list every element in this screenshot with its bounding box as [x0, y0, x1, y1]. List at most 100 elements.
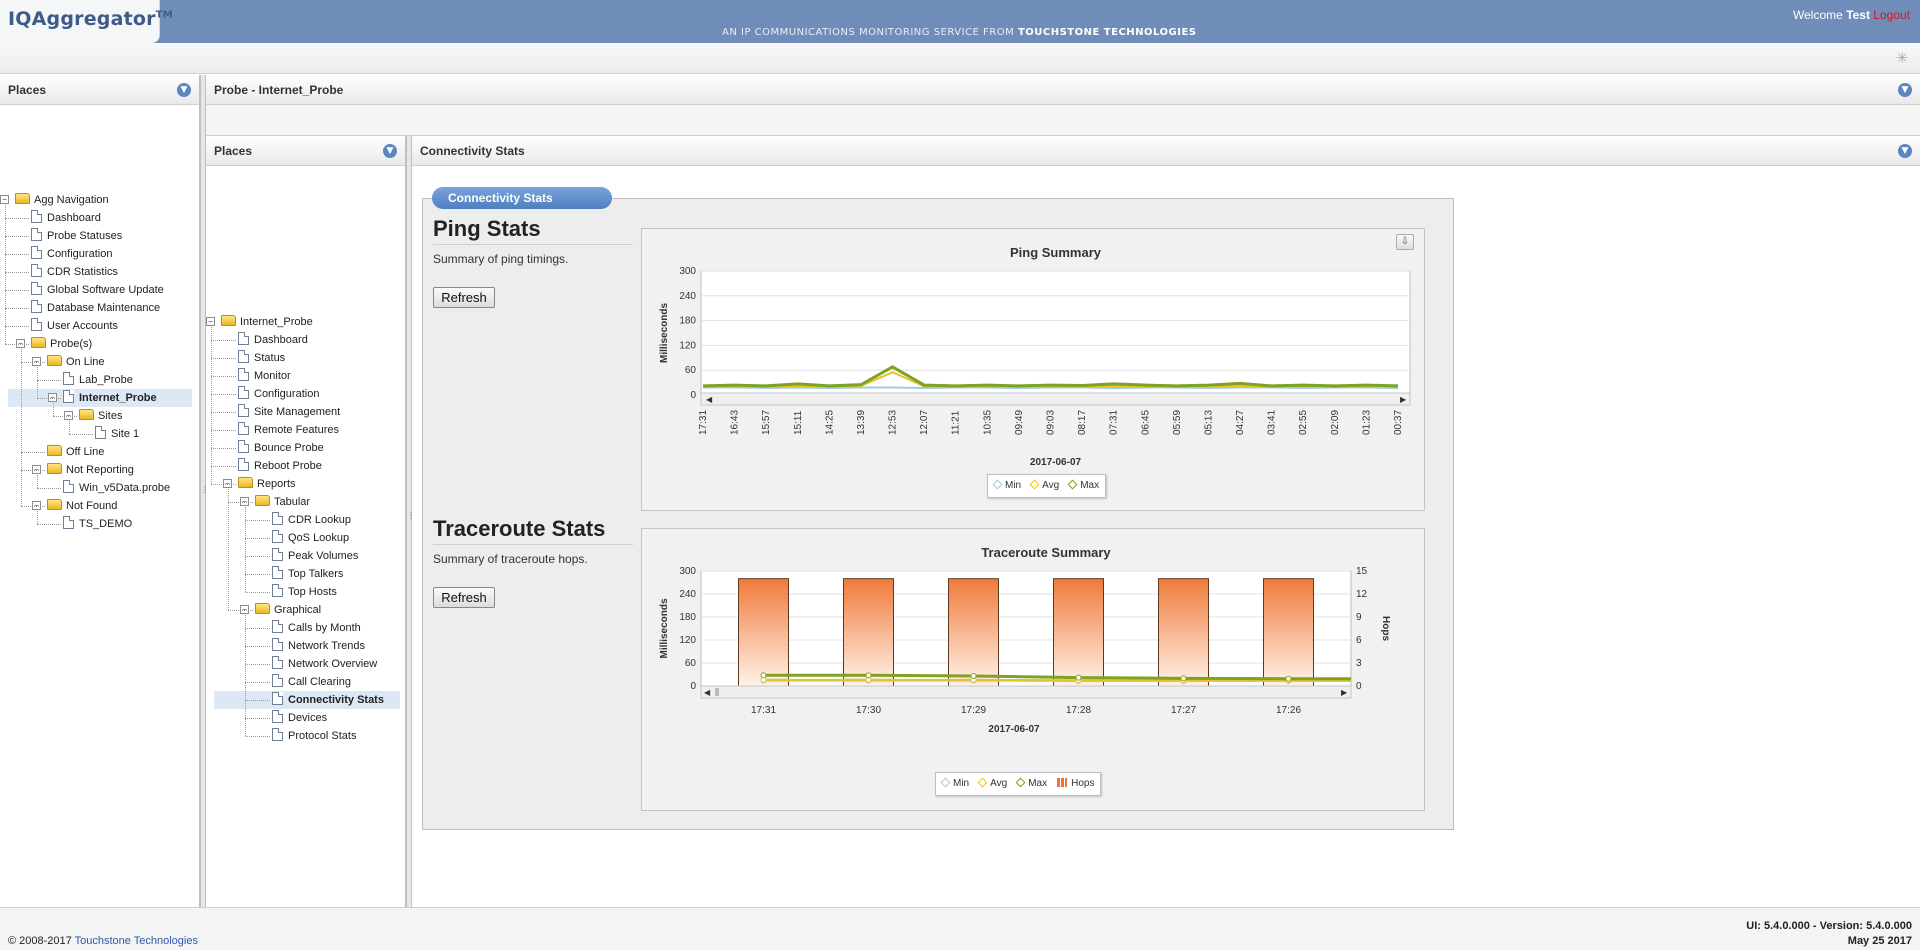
document-icon [272, 584, 283, 597]
document-icon [272, 674, 283, 687]
welcome-text: Welcome [1793, 8, 1843, 22]
tree-item[interactable]: CDR Lookup [272, 511, 353, 529]
traceroute-stats-title: Traceroute Stats [433, 516, 606, 541]
tree-item[interactable]: Tabular [255, 493, 312, 511]
app-logo[interactable]: IQAggregatorTM [8, 8, 173, 30]
series-point [1180, 675, 1187, 682]
x-tick-label: 17:31 [751, 705, 776, 716]
tree-item[interactable]: Devices [272, 709, 329, 727]
tree-item[interactable]: Internet_Probe [8, 389, 192, 407]
tree-item[interactable]: TS_DEMO [63, 515, 134, 533]
tree-item[interactable]: On Line [47, 353, 107, 371]
y-tick-label: 60 [685, 365, 697, 376]
tree-item[interactable]: User Accounts [31, 317, 120, 335]
tree-item[interactable]: Probe Statuses [31, 227, 124, 245]
tree-item[interactable]: Call Clearing [272, 673, 353, 691]
tree-item-label: Calls by Month [288, 622, 361, 634]
tree-item[interactable]: Probe(s) [31, 335, 94, 353]
legend-item-max[interactable]: Max [1015, 773, 1047, 795]
tree-item-label: Devices [288, 712, 328, 724]
tree-item[interactable]: Connectivity Stats [214, 691, 400, 709]
tree-item-label: Sites [98, 410, 123, 422]
tree-connector [5, 218, 29, 219]
traceroute-chart-legend[interactable]: Min Avg Max Hops [935, 772, 1102, 796]
tree-item[interactable]: Off Line [47, 443, 106, 461]
legend-item-avg[interactable]: Avg [1029, 475, 1059, 497]
tree-item[interactable]: CDR Statistics [31, 263, 120, 281]
tree-item[interactable]: Site 1 [95, 425, 141, 443]
tree-item[interactable]: Calls by Month [272, 619, 363, 637]
tree-item[interactable]: Network Overview [272, 655, 379, 673]
legend-item-min[interactable]: Min [992, 475, 1021, 497]
logout-link[interactable]: Logout [1873, 8, 1910, 22]
tree-collapse-toggle[interactable]: − [0, 195, 9, 204]
legend-item-min[interactable]: Min [940, 773, 969, 795]
tree-item[interactable]: Site Management [238, 403, 342, 421]
tree-item[interactable]: Reboot Probe [238, 457, 324, 475]
document-icon [272, 638, 283, 651]
tree-item[interactable]: Win_v5Data.probe [63, 479, 172, 497]
tree-connector [21, 362, 45, 363]
ping-refresh-button[interactable]: Refresh [433, 287, 495, 308]
tree-item[interactable]: Database Maintenance [31, 299, 162, 317]
version-info: UI: 5.4.0.000 - Version: 5.4.0.000 [1746, 920, 1912, 932]
tree-item[interactable]: Agg Navigation [15, 191, 111, 209]
tree-item[interactable]: Internet_Probe [221, 313, 315, 331]
legend-item-avg[interactable]: Avg [977, 773, 1007, 795]
tree-item[interactable]: Top Talkers [272, 565, 345, 583]
tree-item[interactable]: Dashboard [238, 331, 310, 349]
tree-item[interactable]: Network Trends [272, 637, 367, 655]
legend-item-hops[interactable]: Hops [1057, 773, 1094, 795]
tree-item[interactable]: Configuration [238, 385, 321, 403]
hops-bar [1053, 578, 1104, 687]
y2-tick-label: 9 [1356, 612, 1362, 623]
tree-connector [5, 254, 29, 255]
tree-item[interactable]: Graphical [255, 601, 323, 619]
traceroute-refresh-button[interactable]: Refresh [433, 587, 495, 608]
tree-item[interactable]: Remote Features [238, 421, 341, 439]
tree-item[interactable]: Protocol Stats [272, 727, 358, 745]
tree-connector [69, 421, 70, 434]
tree-item[interactable]: Configuration [31, 245, 114, 263]
folder-icon [255, 603, 270, 614]
tree-item[interactable]: Not Found [47, 497, 119, 515]
tree-item[interactable]: Status [238, 349, 287, 367]
build-date: May 25 2017 [1847, 935, 1912, 947]
tree-collapse-toggle[interactable]: − [206, 317, 215, 326]
document-icon [272, 728, 283, 741]
tree-connector [245, 700, 270, 701]
legend-item-max[interactable]: Max [1067, 475, 1099, 497]
x-tick-label: 17:29 [961, 705, 986, 716]
tree-item[interactable]: Lab_Probe [63, 371, 135, 389]
y-tick-label: 240 [679, 291, 696, 302]
tree-connector [5, 344, 29, 345]
connectivity-stats-title: Connectivity Stats [420, 144, 525, 158]
collapse-icon[interactable]: ▼ [1898, 144, 1912, 158]
tree-item[interactable]: Dashboard [31, 209, 103, 227]
tree-item-label: On Line [66, 356, 105, 368]
tree-item[interactable]: Global Software Update [31, 281, 166, 299]
connectivity-stats-header: Connectivity Stats ▼ [412, 136, 1920, 166]
collapse-icon[interactable]: ▼ [1898, 83, 1912, 97]
tree-connector [37, 367, 38, 398]
hops-bar [843, 578, 894, 687]
chart-export-icon[interactable]: ⇩ [1396, 234, 1414, 250]
x-tick-label: 10:35 [982, 410, 993, 435]
tree-item[interactable]: Top Hosts [272, 583, 339, 601]
logo-trademark: TM [155, 9, 173, 21]
tree-item[interactable]: Bounce Probe [238, 439, 326, 457]
tree-item-label: Network Trends [288, 640, 366, 652]
ping-chart-legend[interactable]: Min Avg Max [987, 474, 1107, 498]
company-link[interactable]: Touchstone Technologies [75, 935, 198, 947]
tree-item-label: Reboot Probe [254, 460, 322, 472]
tree-item[interactable]: Monitor [238, 367, 293, 385]
tree-item[interactable]: Peak Volumes [272, 547, 360, 565]
tree-item[interactable]: Sites [79, 407, 124, 425]
document-icon [272, 566, 283, 579]
tree-connector [245, 718, 270, 719]
tree-item[interactable]: Not Reporting [47, 461, 136, 479]
probe-panel-header: Probe - Internet_Probe ▼ [206, 75, 1920, 105]
document-icon [272, 620, 283, 633]
tree-item[interactable]: Reports [238, 475, 298, 493]
tree-item[interactable]: QoS Lookup [272, 529, 351, 547]
